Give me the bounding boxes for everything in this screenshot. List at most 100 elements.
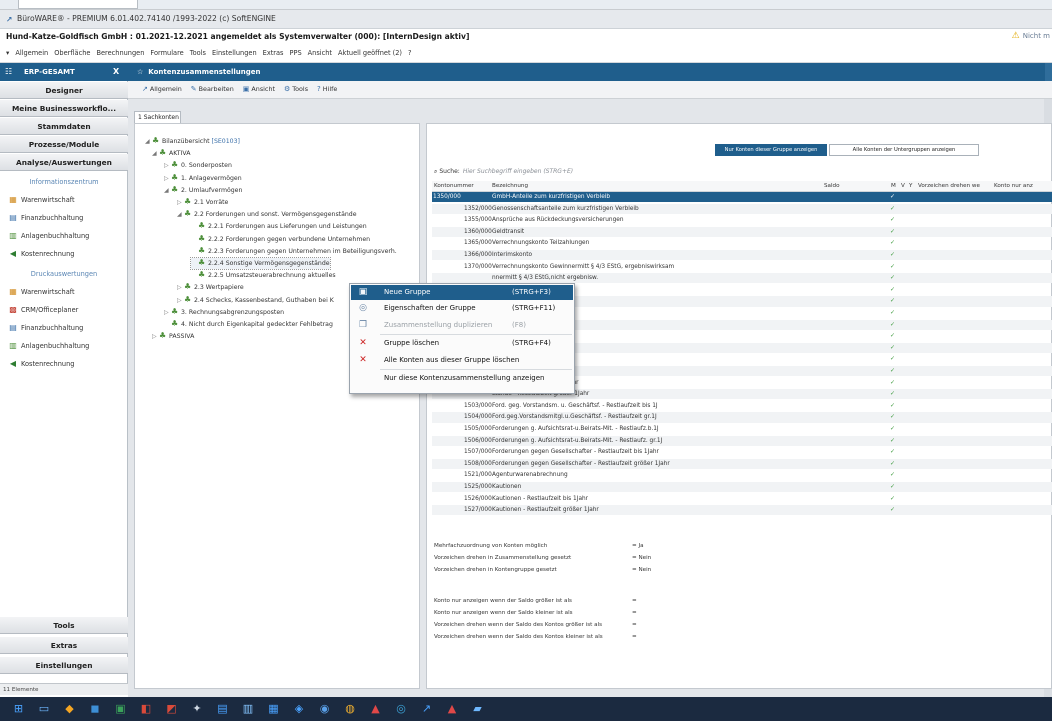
column-header[interactable]: V [899,181,907,192]
menu-item-1[interactable]: Oberfläche [54,49,90,57]
favorite-star-icon[interactable]: ☆ [137,68,143,76]
expand-toggle-icon[interactable]: ◢ [164,186,171,196]
nav-item[interactable]: ◀ Kostenrechnung [0,245,128,262]
column-header[interactable]: Saldo [822,181,889,192]
menu-item-8[interactable]: Ansicht [308,49,332,57]
column-header[interactable]: Konto nur anz [992,181,1052,192]
menu-item-10[interactable]: ? [408,49,412,57]
search-bar[interactable]: ⌕ Suche: Hier Suchbegriff eingeben (STRG+E… [434,166,1014,177]
nav-item[interactable]: ▤ Finanzbuchhaltung [0,319,128,336]
table-row[interactable]: 1366/000 Interimskonto ✓ [432,250,1052,261]
taskbar-app-icon[interactable]: ▦ [267,702,280,715]
nav-item[interactable]: ▥ Anlagenbuchhaltung [0,227,128,244]
tree-node[interactable]: ◢ ♣ 2. Umlaufvermögen [164,185,242,196]
taskbar-app-icon[interactable]: ▭ [38,702,51,715]
table-row[interactable]: 1521/000 Agenturwarenabrechnung ✓ [432,470,1052,480]
column-header[interactable]: Kontonummer [432,181,490,192]
menu-item-6[interactable]: Extras [263,49,284,57]
search-input[interactable]: Hier Suchbegriff eingeben (STRG+E) [463,168,573,175]
tree-node[interactable]: ▷ ♣ 2.4 Schecks, Kassenbestand, Guthaben b… [177,295,334,306]
taskbar-app-icon[interactable]: ◆ [63,702,76,715]
warning-notice[interactable]: ⚠ Nicht m [1012,30,1052,43]
column-header[interactable]: M [889,181,899,192]
context-menu-item[interactable]: ▣ Neue Gruppe (STRG+F3) [351,285,573,300]
close-icon[interactable]: X [113,63,119,81]
table-row[interactable]: 1527/000 Kautionen - Restlaufzeit größer … [432,505,1052,516]
context-menu-item[interactable]: ◎ Eigenschaften der Gruppe (STRG+F11) [351,301,573,316]
taskbar-app-icon[interactable]: ▤ [216,702,229,715]
toolbar-2[interactable]: ▣ Ansicht [243,85,275,93]
nav-item[interactable]: ▥ Anlagenbuchhaltung [0,337,128,354]
table-row[interactable]: 1505/000 Forderungen g. Aufsichtsrat-u.Be… [432,424,1052,434]
toolbar-4[interactable]: ? Hilfe [317,85,337,93]
nav-section-button[interactable]: Stammdaten [0,118,128,135]
taskbar-app-icon[interactable]: ◈ [293,702,306,715]
taskbar-app-icon[interactable]: ◉ [318,702,331,715]
nav-item[interactable]: ▩ CRM/Officeplaner [0,301,128,318]
nav-item[interactable]: ▤ Finanzbuchhaltung [0,209,128,226]
taskbar-app-icon[interactable]: ▲ [446,702,459,715]
menu-item-3[interactable]: Formulare [150,49,183,57]
column-header[interactable]: Bezeichnung [490,181,822,192]
menu-item-4[interactable]: Tools [190,49,206,57]
table-row[interactable]: 1360/000 Geldtransit ✓ [432,226,1052,238]
nav-item[interactable]: ◀ Kostenrechnung [0,355,128,372]
tree-node[interactable]: ◢ ♣ 2.2 Forderungen und sonst. Vermögensge… [177,209,357,220]
table-row[interactable]: 1350/000 GmbH-Anteile zum kurzfristigen V… [432,192,1052,203]
tree-node[interactable]: ▷ ♣ 2.1 Vorräte [177,197,228,208]
table-row[interactable]: 1525/000 Kautionen ✓ [432,482,1052,493]
tree-node[interactable]: ♣ 2.2.2 Forderungen gegen verbundene Unte… [191,234,370,245]
menu-item-0[interactable]: Allgemein [15,49,48,57]
context-menu-item[interactable]: ✕ Gruppe löschen (STRG+F4) [351,336,573,351]
taskbar-app-icon[interactable]: ⊞ [12,702,25,715]
menu-item-9[interactable]: Aktuell geöffnet (2) [338,49,402,57]
tab-sachkonten[interactable]: 1 Sachkonten [134,111,181,123]
tree-node[interactable]: ◢ ♣ AKTIVA [152,148,190,159]
expand-toggle-icon[interactable]: ◢ [152,149,159,159]
toolbar-3[interactable]: ⚙ Tools [284,85,308,93]
nav-section-button[interactable]: Analyse/Auswertungen [0,154,128,171]
context-menu-item[interactable]: Nur diese Kontenzusammenstellung anzeige… [351,371,573,386]
expand-toggle-icon[interactable]: ▷ [177,283,184,293]
table-row[interactable]: 1503/000 Ford. geg. Vorstandsm. u. Geschä… [432,401,1052,411]
expand-toggle-icon[interactable]: ◢ [145,137,152,147]
taskbar-app-icon[interactable]: ◎ [395,702,408,715]
taskbar-app-icon[interactable]: ↗ [420,702,433,715]
expand-toggle-icon[interactable]: ▷ [177,296,184,306]
expand-toggle-icon[interactable]: ▷ [152,332,159,342]
nav-bottom-button[interactable]: Extras [0,637,128,654]
nav-section-button[interactable]: Designer [0,82,128,99]
nav-section-button[interactable]: Prozesse/Module [0,136,128,153]
tree-node[interactable]: ♣ 2.2.4 Sonstige Vermögensgegenstände [190,257,331,270]
tree-node[interactable]: ▷ ♣ 0. Sonderposten [164,160,232,171]
toolbar-0[interactable]: ↗ Allgemein [142,85,182,93]
expand-toggle-icon[interactable]: ▷ [177,198,184,208]
top-tab[interactable] [18,0,138,9]
table-row[interactable]: 1506/000 Forderungen g. Aufsichtsrat-u.Be… [432,435,1052,446]
tree-node[interactable]: ▷ ♣ 3. Rechnungsabgrenzungsposten [164,307,284,318]
nav-bottom-button[interactable]: Einstellungen [0,657,128,674]
table-row[interactable]: 1370/000 Verrechnungskonto Gewinnermitt §… [432,262,1052,272]
table-row[interactable]: 1507/000 Forderungen gegen Gesellschafter… [432,447,1052,457]
taskbar-app-icon[interactable]: ▲ [369,702,382,715]
nav-section-button[interactable]: Meine Businessworkflo... [0,100,128,117]
table-row[interactable]: 1508/000 Forderungen gegen Gesellschafter… [432,458,1052,470]
context-menu-item[interactable]: ✕ Alle Konten aus dieser Gruppe löschen [351,353,573,368]
tree-node[interactable]: ♣ 2.2.3 Forderungen gegen Unternehmen im … [191,246,397,257]
taskbar-app-icon[interactable]: ◼ [89,702,102,715]
tree-node[interactable]: ♣ 2.2.1 Forderungen aus Lieferungen und L… [191,221,367,232]
taskbar-app-icon[interactable]: ▥ [242,702,255,715]
all-subgroup-accounts-button[interactable]: Alle Konten der Untergruppen anzeigen [829,144,979,156]
expand-toggle-icon[interactable]: ▷ [164,161,171,171]
only-group-accounts-button[interactable]: Nur Konten dieser Gruppe anzeigen [715,144,827,156]
table-row[interactable]: nnermitt § 4/3 EStG,nicht ergebnisw. ✓ [432,273,1052,284]
tree-node[interactable]: ♣ 4. Nicht durch Eigenkapital gedeckter F… [164,319,333,330]
tree-node[interactable]: ♣ 2.2.5 Umsatzsteuerabrechnung aktuelles [191,270,336,281]
taskbar-app-icon[interactable]: ✦ [191,702,204,715]
taskbar-app-icon[interactable]: ▣ [114,702,127,715]
taskbar-app-icon[interactable]: ◩ [165,702,178,715]
menu-item-7[interactable]: PPS [290,49,302,57]
table-row[interactable]: 1504/000 Ford.geg.Vorstandsmitgl.u.Geschä… [432,412,1052,423]
tree-node[interactable]: ◢ ♣ Bilanzübersicht [SE0103] [145,136,240,147]
table-row[interactable]: 1526/000 Kautionen - Restlaufzeit bis 1Ja… [432,494,1052,504]
